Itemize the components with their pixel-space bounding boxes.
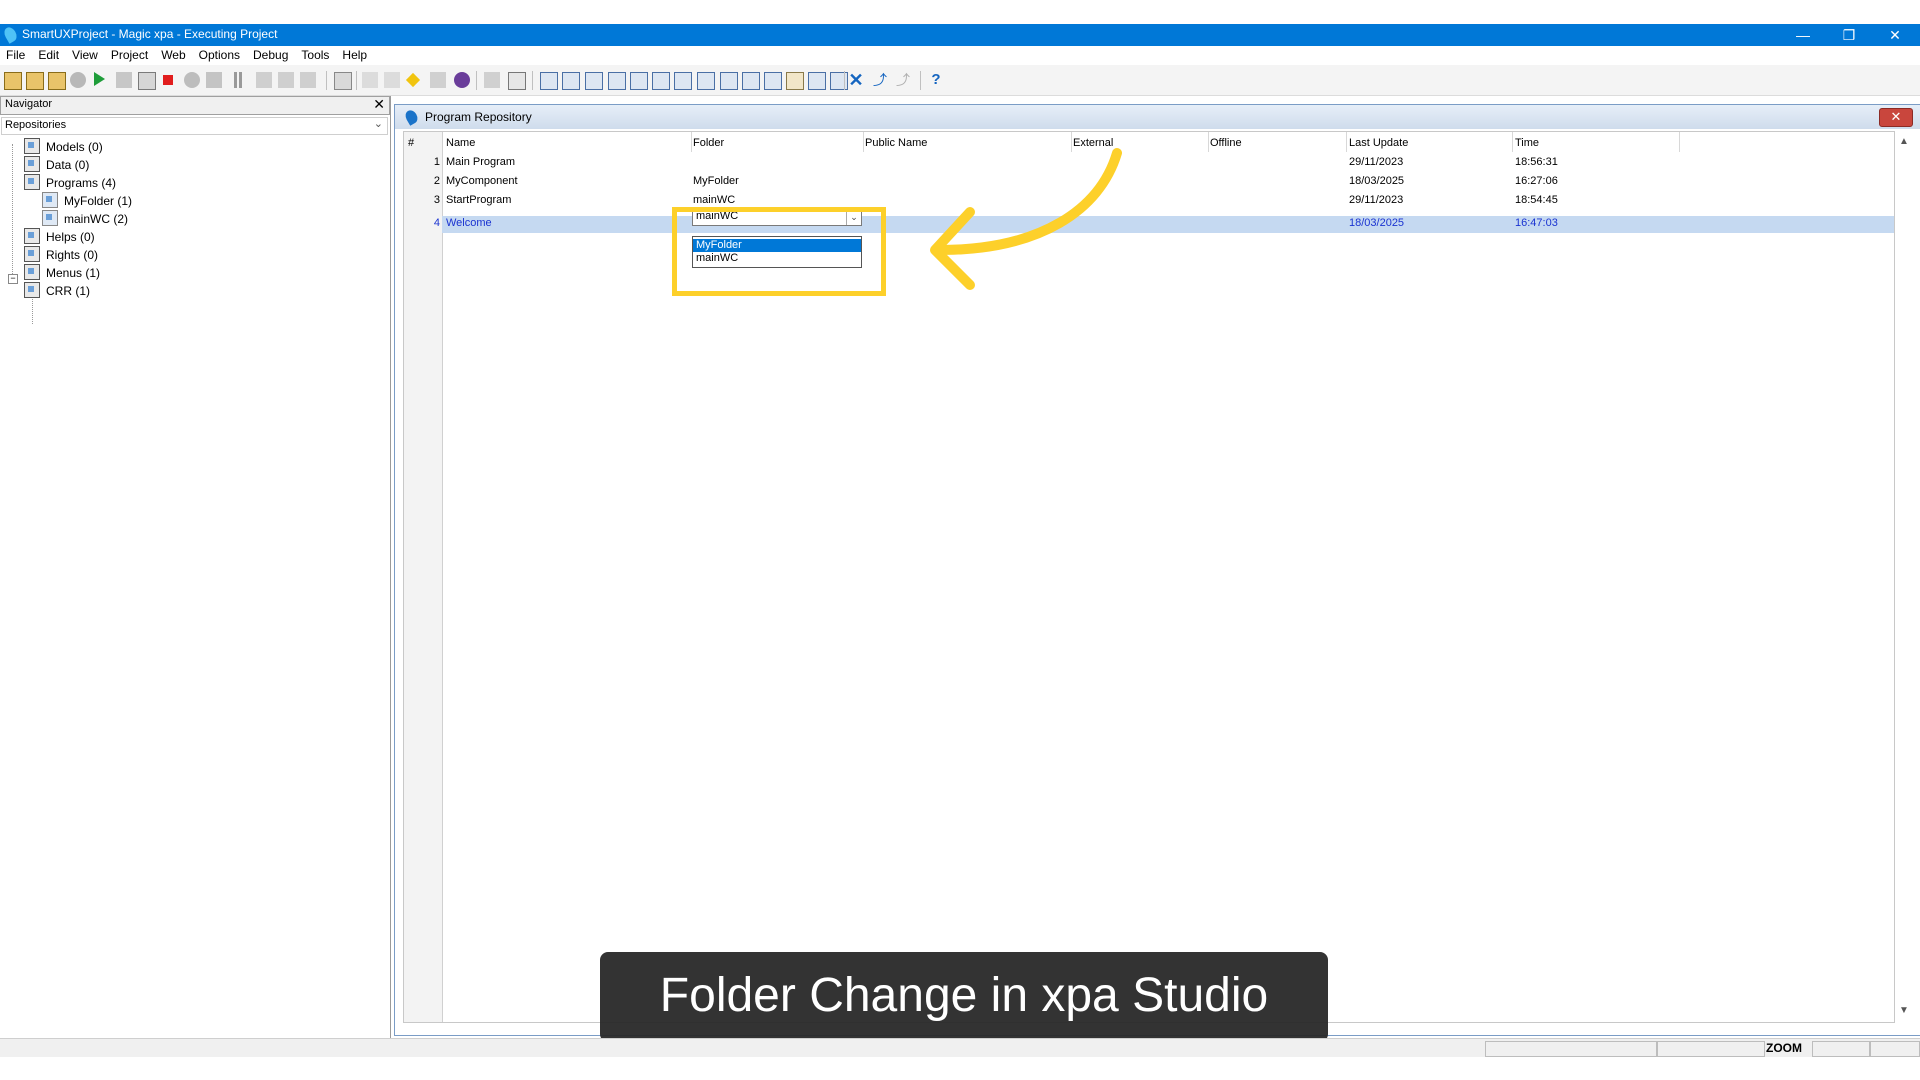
pointing-arrow-icon <box>935 148 1122 255</box>
status-bar: ZOOM <box>0 1038 1920 1057</box>
arrow-overlay <box>930 148 1122 290</box>
zoom-indicator: ZOOM <box>1766 1041 1802 1055</box>
caption-banner: Folder Change in xpa Studio <box>600 952 1328 1042</box>
